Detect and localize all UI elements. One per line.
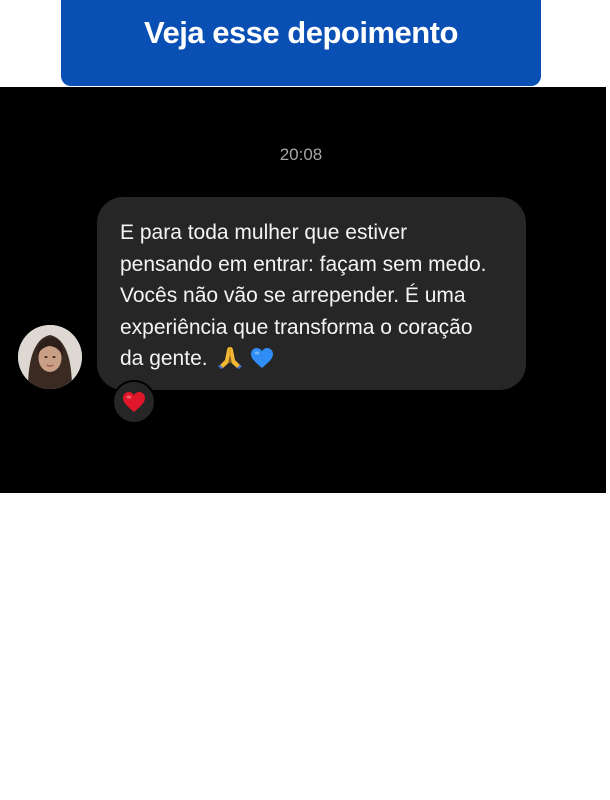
chat-screenshot: 20:08 E para toda mulher que estiver pen… <box>0 87 606 493</box>
folded-hands-icon <box>218 347 243 369</box>
message-line: da gente. <box>120 347 208 370</box>
banner-title: Veja esse depoimento <box>144 15 458 50</box>
message-bubble: E para toda mulher que estiver pensando … <box>97 197 526 390</box>
message-line: E para toda mulher que estiver <box>120 221 408 244</box>
avatar <box>18 325 82 389</box>
message-timestamp: 20:08 <box>279 145 323 164</box>
testimonial-banner: Veja esse depoimento <box>61 0 541 86</box>
message-line: Vocês não vão se arrepender. É uma <box>120 284 466 307</box>
message-line: experiência que transforma o coração <box>120 315 473 339</box>
message-text: E para toda mulher que estiver pensando … <box>120 217 514 375</box>
red-heart-icon <box>123 392 145 412</box>
message-line: pensando em entrar: façam sem medo. <box>120 252 487 276</box>
avatar-photo <box>18 325 82 389</box>
reaction-badge[interactable] <box>112 380 156 424</box>
blue-heart-icon <box>251 348 274 368</box>
